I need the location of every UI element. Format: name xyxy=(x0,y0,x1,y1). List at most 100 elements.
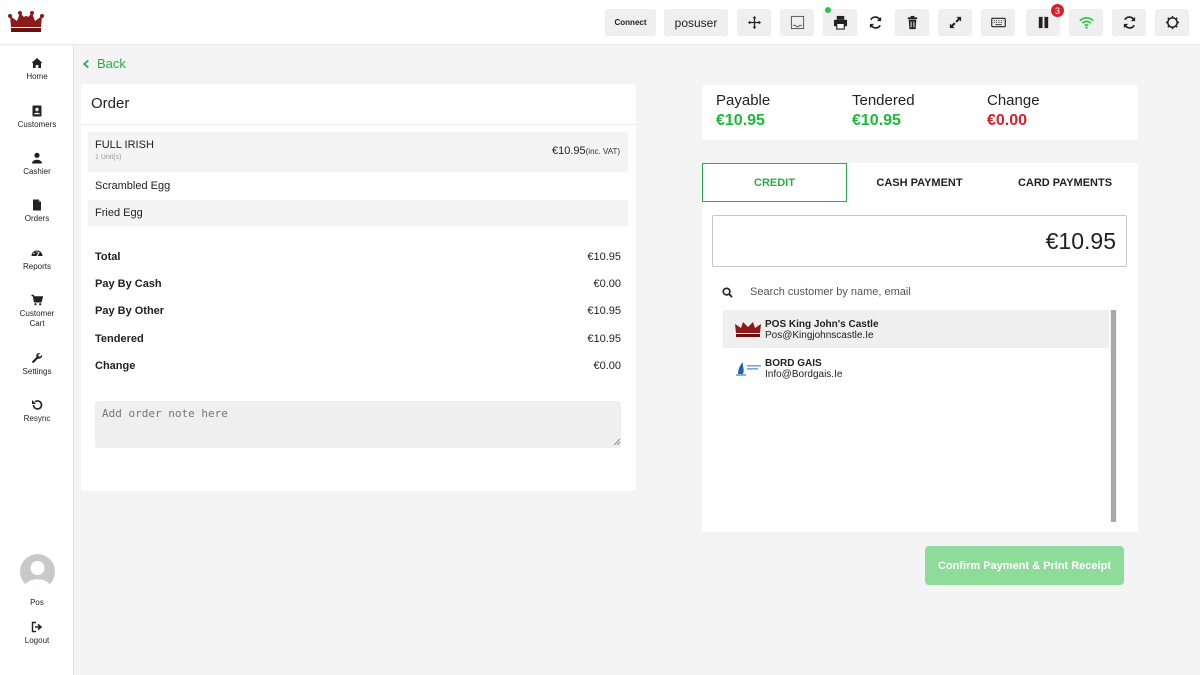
item-price: €10.95(inc. VAT) xyxy=(551,145,620,157)
tab-cash-payment[interactable]: CASH PAYMENT xyxy=(847,163,992,202)
sync-icon xyxy=(1123,16,1135,29)
change-summary: Change €0.00 xyxy=(987,92,1040,130)
keyboard-button[interactable] xyxy=(981,9,1015,36)
printer-status-dot xyxy=(825,7,831,13)
payment-amount-input[interactable]: €10.95 xyxy=(712,215,1127,267)
user-avatar-icon xyxy=(24,561,51,589)
item-modifier: Fried Egg xyxy=(88,200,628,226)
logout-button[interactable]: Logout xyxy=(0,621,74,645)
list-item[interactable]: BORD GAIS Info@Bordgais.Ie xyxy=(723,349,1109,387)
bord-gais-logo-icon xyxy=(736,362,761,376)
reprint-button[interactable] xyxy=(861,9,889,36)
wrench-icon xyxy=(31,352,43,364)
sidebar-item-label: Cashier xyxy=(23,167,51,176)
divider xyxy=(81,124,636,125)
item-modifier: Scrambled Egg xyxy=(95,180,171,192)
summary-row-total: Total €10.95 xyxy=(95,251,621,263)
trash-icon xyxy=(907,15,917,30)
sidebar-item-orders[interactable]: Orders xyxy=(0,199,74,223)
sidebar-item-label: Reports xyxy=(22,262,51,271)
home-icon xyxy=(31,58,43,68)
wifi-icon xyxy=(1078,17,1094,29)
sidebar-item-label: Settings xyxy=(22,367,52,376)
avatar[interactable] xyxy=(20,554,55,589)
confirm-payment-button[interactable]: Confirm Payment & Print Receipt xyxy=(925,546,1124,585)
refresh-print-icon xyxy=(869,16,881,29)
customer-name: BORD GAIS xyxy=(765,358,822,369)
tendered-value: €10.95 xyxy=(852,112,901,129)
wifi-button[interactable] xyxy=(1069,9,1103,36)
customer-list-scrollbar[interactable] xyxy=(1110,310,1117,522)
undo-icon xyxy=(32,400,43,410)
sidebar-item-label: Customer Cart xyxy=(19,309,55,328)
change-value: €0.00 xyxy=(987,112,1028,129)
sync-button[interactable] xyxy=(1112,9,1146,36)
user-icon xyxy=(32,152,42,164)
contacts-icon xyxy=(32,105,42,117)
sidebar: Home Customers Cashier Orders Reports Cu… xyxy=(0,45,74,675)
move-icon xyxy=(747,15,761,30)
dashboard-icon xyxy=(31,250,43,257)
sidebar-item-label: Home xyxy=(26,72,48,81)
tab-card-payments[interactable]: CARD PAYMENTS xyxy=(992,163,1138,202)
summary-row-pay-by-other: Pay By Other €10.95 xyxy=(95,305,621,317)
notification-badge: 3 xyxy=(1051,4,1064,17)
sidebar-item-label: Customers xyxy=(17,120,57,129)
sidebar-item-reports[interactable]: Reports xyxy=(0,247,74,271)
sidebar-item-settings[interactable]: Settings xyxy=(0,352,74,376)
logout-icon xyxy=(31,621,43,633)
settings-button[interactable] xyxy=(1155,9,1189,36)
payable-value: €10.95 xyxy=(716,112,765,129)
tendered-summary: Tendered €10.95 xyxy=(852,92,915,130)
fullscreen-button[interactable] xyxy=(938,9,972,36)
order-note-input[interactable] xyxy=(95,401,621,448)
search-icon xyxy=(722,286,733,298)
sidebar-item-label: Resync xyxy=(23,414,51,423)
summary-row-change: Change €0.00 xyxy=(95,360,621,372)
settings-icon xyxy=(1165,15,1179,30)
order-line-item[interactable]: FULL IRISH 1 Unit(s) €10.95(inc. VAT) xyxy=(88,132,628,172)
printer-button[interactable] xyxy=(823,7,857,36)
parked-orders-button[interactable]: 3 xyxy=(1026,4,1064,36)
drawer-button[interactable] xyxy=(780,9,814,36)
customer-email: Info@Bordgais.Ie xyxy=(765,369,843,380)
user-name: Pos xyxy=(30,598,44,607)
item-units: 1 Unit(s) xyxy=(95,154,122,161)
order-card: Order FULL IRISH 1 Unit(s) €10.95(inc. V… xyxy=(81,84,636,491)
sidebar-item-label: Orders xyxy=(24,214,50,223)
summary-row-pay-by-cash: Pay By Cash €0.00 xyxy=(95,278,621,290)
drawer-icon xyxy=(790,15,804,30)
resize-handle-icon[interactable] xyxy=(614,439,620,445)
sidebar-item-cashier[interactable]: Cashier xyxy=(0,152,74,176)
customer-search xyxy=(722,281,1122,303)
list-item[interactable]: POS King John's Castle Pos@Kingjohnscast… xyxy=(723,310,1109,348)
customer-list: POS King John's Castle Pos@Kingjohnscast… xyxy=(723,310,1117,522)
scrollbar-thumb[interactable] xyxy=(1111,310,1116,522)
tendered-label: Tendered xyxy=(852,92,915,109)
file-icon xyxy=(33,199,41,211)
kings-castle-logo-icon xyxy=(735,322,761,337)
customer-name: POS King John's Castle xyxy=(765,319,879,330)
change-label: Change xyxy=(987,92,1040,109)
logout-label: Logout xyxy=(24,636,50,645)
crown-logo-icon xyxy=(8,11,44,32)
back-link[interactable]: Back xyxy=(82,56,126,71)
order-title: Order xyxy=(91,95,130,112)
cart-icon xyxy=(31,294,43,306)
trash-button[interactable] xyxy=(895,9,929,36)
tab-credit[interactable]: CREDIT xyxy=(702,163,847,202)
summary-row-tendered: Tendered €10.95 xyxy=(95,333,621,345)
connect-button[interactable]: Connect xyxy=(605,9,656,36)
sidebar-item-home[interactable]: Home xyxy=(0,57,74,81)
payment-panel: CREDIT CASH PAYMENT CARD PAYMENTS €10.95… xyxy=(702,163,1138,532)
sidebar-item-customers[interactable]: Customers xyxy=(0,105,74,129)
payable-summary: Payable €10.95 xyxy=(716,92,770,130)
sidebar-item-resync[interactable]: Resync xyxy=(0,399,74,423)
printer-icon xyxy=(833,15,847,30)
sidebar-item-customer-cart[interactable]: Customer Cart xyxy=(0,294,74,329)
top-bar: Connect posuser 3 xyxy=(0,0,1200,45)
item-name: FULL IRISH xyxy=(95,139,154,151)
user-button[interactable]: posuser xyxy=(664,9,728,36)
move-button[interactable] xyxy=(737,9,771,36)
customer-search-input[interactable] xyxy=(750,286,1110,298)
